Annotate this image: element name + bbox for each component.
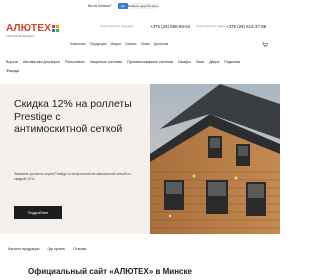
menu-item-company[interactable]: Компания	[70, 42, 86, 46]
menu-item-media[interactable]: Медиа	[111, 42, 121, 46]
house-photo	[150, 84, 280, 234]
logo-text: АЛЮТЕХ	[6, 23, 52, 34]
hero-banner: Скидка 12% на роллеты Prestige с антимос…	[0, 84, 280, 234]
hero-description: Закажите роллеты серии Prestige со встро…	[14, 172, 132, 181]
nav-item-rollshutters[interactable]: Рольставни	[65, 60, 84, 64]
logo-mark-icon	[52, 25, 60, 32]
section-heading: Официальный сайт «АЛЮТЕХ» в Минске	[28, 267, 192, 276]
link-where-to-buy[interactable]: Где купить	[47, 247, 65, 251]
nav-item-doors[interactable]: Двери	[209, 60, 219, 64]
nav-item-cabinets[interactable]: Шкафы	[178, 60, 190, 64]
logo[interactable]: АЛЮТЕХ	[6, 23, 60, 34]
quick-links: Каталог продукции Где купить Отзывы	[8, 247, 86, 251]
city-yes-button[interactable]: Да	[118, 3, 128, 9]
main-nav: Ворота Автоматика для ворот Рольставни З…	[6, 60, 240, 64]
hero-more-button[interactable]: Подробнее	[14, 206, 62, 219]
phone-product[interactable]: +375 (29) 680-59-64	[150, 24, 190, 29]
product-consult-label: Консультация по продукции	[100, 25, 134, 28]
nav-item-facades[interactable]: Фасады	[6, 69, 19, 73]
nav-item-gates[interactable]: Ворота	[6, 60, 18, 64]
link-reviews[interactable]: Отзывы	[73, 247, 86, 251]
nav-item-lifts[interactable]: Подъемы	[224, 60, 240, 64]
phone-order[interactable]: +375 (29) 613-37-88	[226, 24, 266, 29]
nav-item-gate-automation[interactable]: Автоматика для ворот	[23, 60, 60, 64]
link-catalog[interactable]: Каталог продукции	[8, 247, 39, 251]
menu-item-products[interactable]: Продукция	[90, 42, 107, 46]
city-question: Вы из Минска?	[88, 4, 112, 8]
header-menu: Компания Продукция Медиа Сервис Связь Ди…	[70, 42, 168, 46]
nav-item-windows[interactable]: Окна	[196, 60, 204, 64]
logo-subtitle: в Республике Беларусь	[6, 35, 35, 38]
cart-icon[interactable]	[262, 42, 268, 47]
menu-item-contact[interactable]: Связь	[141, 42, 150, 46]
menu-item-service[interactable]: Сервис	[125, 42, 137, 46]
nav-item-fireproof[interactable]: Противопожарные системы	[127, 60, 173, 64]
city-other-button[interactable]: Выбрать другой город	[128, 3, 158, 9]
hero-title: Скидка 12% на роллеты Prestige с антимос…	[14, 98, 132, 135]
menu-item-dealers[interactable]: Дилерам	[154, 42, 168, 46]
order-consult-label: Консультация по заказу	[196, 25, 225, 28]
nav-item-protective[interactable]: Защитные системы	[89, 60, 122, 64]
